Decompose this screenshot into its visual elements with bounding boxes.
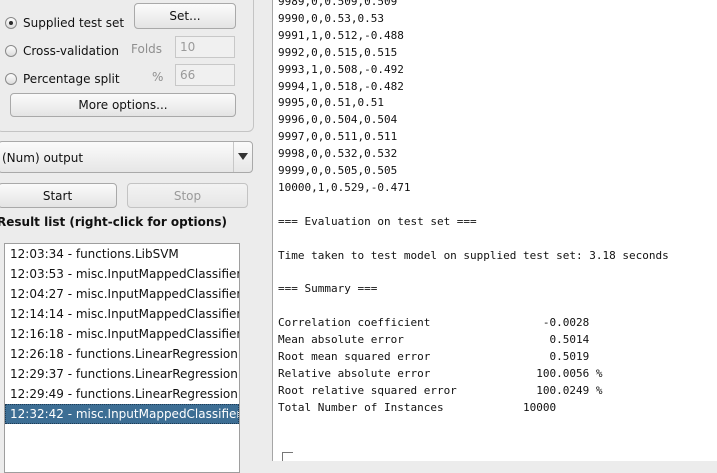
output-line: 10000,1,0.529,-0.471 [278, 180, 411, 194]
output-line: 9997,0,0.511,0.511 [278, 130, 398, 144]
output-line: Relative absolute error 100.0056 % [278, 366, 603, 380]
folds-input[interactable]: 10 [175, 36, 235, 58]
radio-percentage-split[interactable]: Percentage split [5, 69, 120, 89]
radio-supplied-test-set[interactable]: Supplied test set [5, 13, 124, 33]
result-list-title: Result list (right-click for options) [0, 215, 228, 229]
output-line: 9995,0,0.51,0.51 [278, 96, 384, 110]
output-line: 9992,0,0.515,0.515 [278, 45, 398, 59]
percent-label: % [152, 70, 164, 84]
result-list-item[interactable]: 12:14:14 - misc.InputMappedClassifier [5, 304, 239, 324]
resize-corner-icon [282, 452, 293, 461]
classifier-output-panel: 9989,0,0.509,0.509 9990,0,0.53,0.53 9991,1… [272, 0, 717, 461]
output-line: 9991,1,0.512,-0.488 [278, 28, 404, 42]
output-line: Time taken to test model on supplied tes… [278, 248, 669, 262]
output-line: Root mean squared error 0.5019 [278, 350, 590, 364]
result-list-item[interactable]: 12:29:37 - functions.LinearRegression [5, 364, 239, 384]
output-line: 9989,0,0.509,0.509 [278, 0, 398, 8]
result-list-item[interactable]: 12:26:18 - functions.LinearRegression [5, 344, 239, 364]
result-list-item[interactable]: 12:16:18 - misc.InputMappedClassifier [5, 324, 239, 344]
class-attribute-select[interactable]: (Num) output [0, 141, 253, 173]
result-list-item[interactable]: 12:04:27 - misc.InputMappedClassifier [5, 284, 239, 304]
left-panel: Supplied test set Set... Cross-validatio… [0, 0, 270, 473]
result-list-item[interactable]: 12:03:34 - functions.LibSVM [5, 244, 239, 264]
result-list-item[interactable]: 12:32:42 - misc.InputMappedClassifier [5, 404, 239, 424]
output-line: 9999,0,0.505,0.505 [278, 164, 398, 178]
result-list-item[interactable]: 12:29:49 - functions.LinearRegression [5, 384, 239, 404]
folds-label: Folds [131, 42, 163, 56]
radio-unselected-icon[interactable] [5, 73, 17, 85]
radio-unselected-icon[interactable] [5, 45, 17, 57]
percentage-input[interactable]: 66 [175, 64, 235, 86]
output-line: === Evaluation on test set === [278, 214, 477, 228]
start-button[interactable]: Start [0, 183, 117, 208]
output-line: 9998,0,0.532,0.532 [278, 147, 398, 161]
result-list: 12:03:34 - functions.LibSVM 12:03:53 - mi… [4, 243, 240, 473]
stop-button[interactable]: Stop [127, 183, 248, 208]
output-line: Mean absolute error 0.5014 [278, 333, 590, 347]
test-options-panel: Supplied test set Set... Cross-validatio… [0, 0, 254, 132]
cross-validation-label: Cross-validation [23, 44, 119, 58]
output-line: Total Number of Instances 10000 [278, 400, 590, 414]
output-line: === Summary === [278, 282, 378, 296]
percentage-split-label: Percentage split [23, 72, 120, 86]
result-list-item[interactable]: 12:03:53 - misc.InputMappedClassifier [5, 264, 239, 284]
output-line: 9990,0,0.53,0.53 [278, 11, 384, 25]
output-line: 9996,0,0.504,0.504 [278, 113, 398, 127]
set-button[interactable]: Set... [134, 3, 236, 29]
output-line: 9994,1,0.518,-0.482 [278, 79, 404, 93]
output-line: Root relative squared error 100.0249 % [278, 383, 603, 397]
output-line: Correlation coefficient -0.0028 [278, 316, 590, 330]
class-attribute-value: (Num) output [2, 151, 84, 165]
output-line: 9993,1,0.508,-0.492 [278, 62, 404, 76]
radio-cross-validation[interactable]: Cross-validation [5, 41, 119, 61]
chevron-down-icon[interactable] [233, 142, 252, 172]
classifier-output-text: 9989,0,0.509,0.509 9990,0,0.53,0.53 9991,1… [278, 0, 669, 417]
radio-selected-icon[interactable] [5, 17, 17, 29]
more-options-button[interactable]: More options... [10, 93, 236, 117]
supplied-test-set-label: Supplied test set [23, 16, 125, 30]
